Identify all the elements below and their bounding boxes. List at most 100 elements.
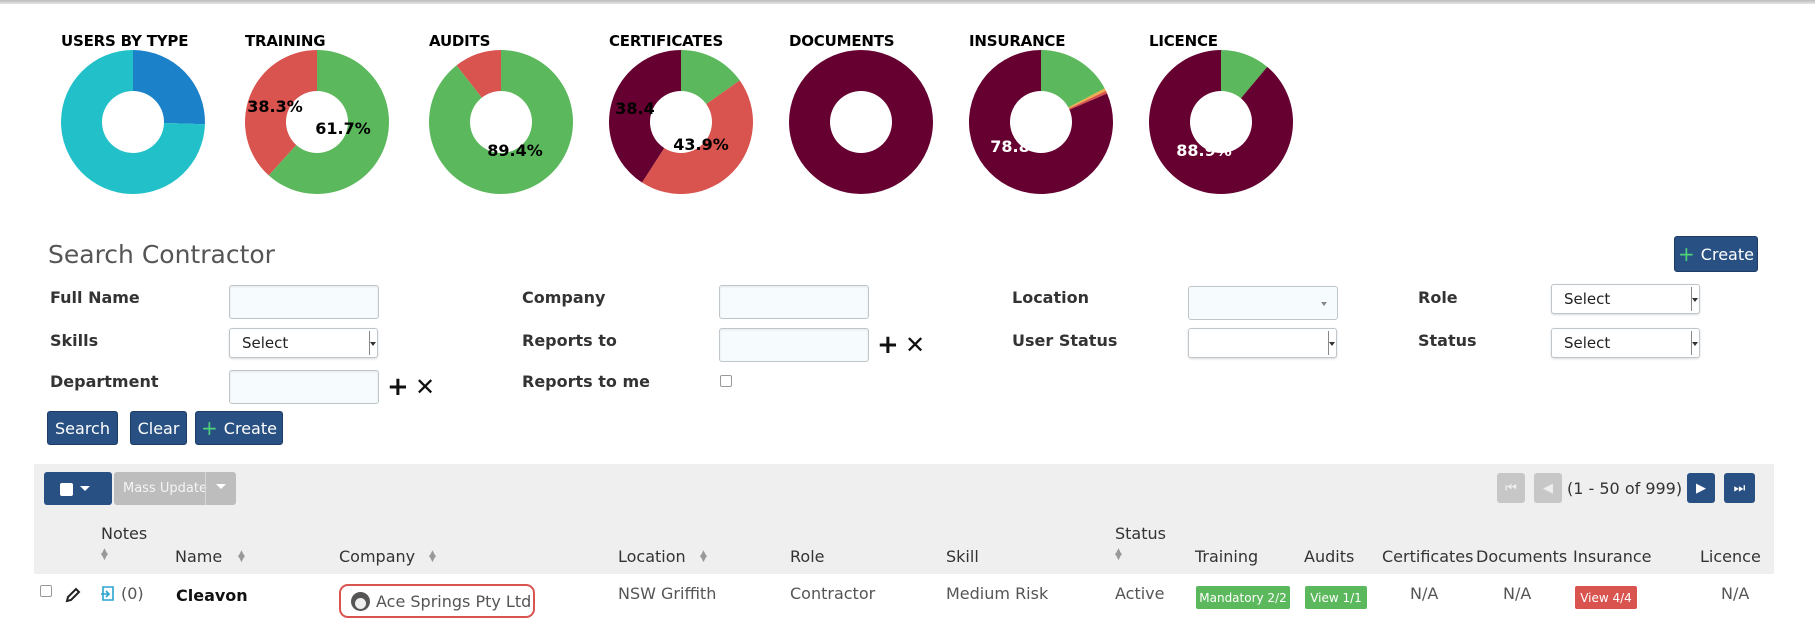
slice-label: 61.7% <box>315 119 371 138</box>
notes-count[interactable]: (0) <box>121 584 144 603</box>
full-name-input[interactable] <box>229 285 379 319</box>
row-location: NSW Griffith <box>618 584 717 603</box>
select-all-dropdown[interactable] <box>44 472 112 505</box>
col-documents: Documents <box>1476 547 1568 566</box>
col-status[interactable]: Status <box>1115 524 1166 543</box>
user-status-select[interactable] <box>1188 328 1337 358</box>
add-icon[interactable]: + <box>387 374 409 400</box>
col-company[interactable]: Company <box>339 547 415 566</box>
row-licence: N/A <box>1721 584 1750 603</box>
plus-icon: + <box>201 416 218 440</box>
edit-icon[interactable] <box>64 586 82 604</box>
chart-title: INSURANCE <box>969 32 1066 50</box>
department-label: Department <box>50 372 159 391</box>
row-name[interactable]: Cleavon <box>176 586 248 605</box>
search-button[interactable]: Search <box>47 411 118 445</box>
skills-label: Skills <box>50 331 99 350</box>
row-skill: Medium Risk <box>946 584 1049 603</box>
reports-to-me-label: Reports to me <box>522 372 650 391</box>
chevron-down-icon <box>1691 287 1699 311</box>
slice-label: 88.9% <box>1176 141 1232 160</box>
slice-label: 38.3% <box>247 97 303 116</box>
next-page-icon[interactable]: ▶ <box>1687 473 1715 503</box>
divider <box>205 472 206 505</box>
reports-to-label: Reports to <box>522 331 617 350</box>
chart-users-by-type: USERS BY TYPE <box>61 30 231 200</box>
search-label: Search <box>55 418 110 438</box>
sort-icon[interactable]: ▲ ▼ <box>1115 548 1122 562</box>
insurance-badge[interactable]: View 4/4 <box>1575 586 1637 609</box>
sort-icon[interactable]: ▲ ▼ <box>700 550 707 564</box>
audits-badge[interactable]: View 1/1 <box>1305 586 1367 609</box>
create-button[interactable]: + Create <box>195 411 283 445</box>
status-label: Status <box>1418 331 1477 350</box>
sort-icon[interactable]: ▲ ▼ <box>101 548 108 562</box>
donut-hole <box>830 91 892 153</box>
row-documents: N/A <box>1503 584 1532 603</box>
create-label: Create <box>223 418 277 438</box>
status-select-value: Select <box>1564 334 1611 352</box>
chart-title: TRAINING <box>245 32 326 50</box>
row-checkbox[interactable] <box>40 585 52 597</box>
page-title: Search Contractor <box>48 240 275 269</box>
row-role: Contractor <box>790 584 876 603</box>
company-icon <box>351 591 370 611</box>
sort-icon[interactable]: ▲ ▼ <box>238 550 245 564</box>
clear-button[interactable]: Clear <box>130 411 187 445</box>
chart-licence: LICENCE 88.9% <box>1149 30 1319 200</box>
skills-select[interactable]: Select <box>229 328 378 358</box>
col-insurance: Insurance <box>1573 547 1652 566</box>
clear-label: Clear <box>137 418 180 438</box>
status-select[interactable]: Select <box>1551 328 1700 358</box>
remove-icon[interactable]: ✕ <box>905 333 925 357</box>
add-icon[interactable]: + <box>877 332 899 358</box>
chevron-down-icon <box>1328 331 1336 355</box>
location-label: Location <box>1012 288 1089 307</box>
notes-icon[interactable] <box>100 585 117 602</box>
chart-certificates: CERTIFICATES 43.9% 38.4 <box>609 30 779 200</box>
last-page-icon[interactable]: ⏭ <box>1724 473 1755 503</box>
mass-update-button[interactable]: Mass Update <box>114 472 236 505</box>
col-role: Role <box>790 547 825 566</box>
location-select[interactable] <box>1188 286 1338 320</box>
role-select[interactable]: Select <box>1551 284 1700 314</box>
reports-to-me-checkbox[interactable] <box>720 375 732 387</box>
create-label: Create <box>1700 244 1754 264</box>
chevron-down-icon <box>369 331 377 355</box>
col-name[interactable]: Name <box>175 547 222 566</box>
chart-title: LICENCE <box>1149 32 1218 50</box>
company-input[interactable] <box>719 285 869 319</box>
full-name-label: Full Name <box>50 288 140 307</box>
company-name: Ace Springs Pty Ltd <box>376 591 532 611</box>
prev-page-icon[interactable]: ◀ <box>1534 473 1562 503</box>
caret-down-icon[interactable] <box>216 484 226 489</box>
col-location[interactable]: Location <box>618 547 686 566</box>
top-border <box>0 0 1815 4</box>
remove-icon[interactable]: ✕ <box>415 375 435 399</box>
training-badge[interactable]: Mandatory 2/2 <box>1196 586 1290 609</box>
slice-label: 43.9% <box>673 135 729 154</box>
first-page-icon[interactable]: ⏮ <box>1497 473 1525 503</box>
chart-title: AUDITS <box>429 32 491 50</box>
chevron-down-icon <box>1691 331 1699 355</box>
sort-icon[interactable]: ▲ ▼ <box>429 550 436 564</box>
company-label: Company <box>522 288 606 307</box>
create-button-top[interactable]: + Create <box>1674 236 1758 272</box>
caret-down-icon <box>80 486 90 491</box>
chart-title: USERS BY TYPE <box>61 32 189 50</box>
slice-label: 38.4 <box>615 99 654 118</box>
role-select-value: Select <box>1564 290 1611 308</box>
chart-training: TRAINING 61.7% 38.3% <box>245 30 415 200</box>
col-audits: Audits <box>1304 547 1355 566</box>
company-link[interactable]: Ace Springs Pty Ltd <box>339 584 535 618</box>
slice-label: 78.8% <box>990 137 1046 156</box>
department-input[interactable] <box>229 370 379 404</box>
reports-to-input[interactable] <box>719 328 869 362</box>
col-notes: Notes <box>101 524 148 543</box>
chart-audits: AUDITS 89.4% <box>429 30 599 200</box>
donut-hole <box>102 91 164 153</box>
chart-documents: DOCUMENTS <box>789 30 959 200</box>
select-all-checkbox[interactable] <box>60 483 73 496</box>
role-label: Role <box>1418 288 1458 307</box>
mass-update-label: Mass Update <box>123 481 207 496</box>
